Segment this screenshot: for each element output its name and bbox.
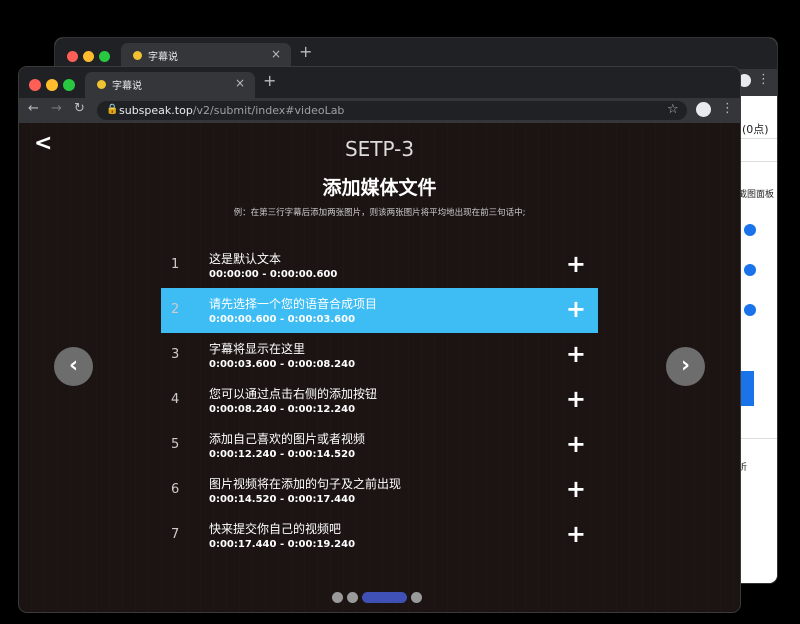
new-tab-icon[interactable]: + (263, 71, 276, 90)
new-tab-icon[interactable]: + (299, 42, 312, 61)
page-title: 添加媒体文件 (322, 177, 437, 199)
row-time: 0:00:14.520 - 0:00:17.440 (209, 494, 356, 505)
close-window-icon[interactable] (29, 79, 41, 91)
row-time: 0:00:17.440 - 0:00:19.240 (209, 539, 356, 550)
reload-icon[interactable]: ↻ (74, 101, 85, 116)
back-tab[interactable]: 字幕说 × (121, 43, 291, 69)
example-hint: 例：在第三行字幕后添加两张图片，则该两张图片将平均地出现在前三句话中; (233, 208, 526, 218)
row-number: 2 (171, 302, 180, 317)
menu-icon[interactable]: ⋮ (721, 101, 734, 116)
row-text: 快来提交你自己的视频吧 (209, 522, 342, 536)
row-text: 图片视频将在添加的句子及之前出现 (209, 477, 402, 491)
row-time: 0:00:00.600 - 0:00:03.600 (209, 314, 356, 325)
carousel-dot[interactable] (411, 592, 422, 603)
row-number: 1 (171, 257, 180, 272)
row-time: 0:00:12.240 - 0:00:14.520 (209, 449, 356, 460)
zoom-window-icon[interactable] (63, 79, 75, 91)
row-number: 5 (171, 437, 180, 452)
divider (738, 161, 777, 162)
row-time: 0:00:03.600 - 0:00:08.240 (209, 359, 356, 370)
next-slide-button[interactable]: › (666, 347, 705, 386)
back-side-button[interactable] (738, 371, 754, 406)
divider (738, 138, 777, 139)
minimize-window-icon[interactable] (46, 79, 58, 91)
page-content: < SETP-3 添加媒体文件 例：在第三行字幕后添加两张图片，则该两张图片将平… (19, 123, 740, 612)
carousel-dot[interactable] (332, 592, 343, 603)
forward-nav-icon[interactable]: → (51, 101, 62, 116)
back-page-side-panel: 3(0点) 截图面板 听 (735, 96, 777, 583)
row-number: 7 (171, 527, 180, 542)
row-text: 添加自己喜欢的图片或者视频 (209, 432, 366, 446)
address-bar: ← → ↻ 🔒 subspeak.top/v2/submit/index#vid… (19, 98, 740, 123)
add-icon[interactable] (744, 304, 756, 316)
prev-slide-button[interactable]: ‹ (54, 347, 93, 386)
url-text: subspeak.top/v2/submit/index#videoLab (119, 104, 344, 117)
back-side-text-2: 截图面板 (738, 190, 775, 200)
carousel-dot-active[interactable] (362, 592, 407, 603)
back-nav-icon[interactable]: ← (28, 101, 39, 116)
back-tab-title: 字幕说 (148, 52, 178, 63)
row-number: 4 (171, 392, 180, 407)
row-text: 您可以通过点击右侧的添加按钮 (209, 387, 378, 401)
url-path: /v2/submit/index#videoLab (192, 104, 345, 117)
add-media-icon[interactable]: + (566, 385, 586, 413)
add-icon[interactable] (744, 264, 756, 276)
row-number: 6 (171, 482, 180, 497)
subtitle-row[interactable]: 4 您可以通过点击右侧的添加按钮 0:00:08.240 - 0:00:12.240… (161, 378, 598, 423)
add-media-icon[interactable]: + (566, 250, 586, 278)
subtitle-row[interactable]: 3 字幕将显示在这里 0:00:03.600 - 0:00:08.240 + (161, 333, 598, 378)
url-field[interactable]: 🔒 subspeak.top/v2/submit/index#videoLab (97, 101, 687, 120)
carousel-dot[interactable] (347, 592, 358, 603)
active-tab[interactable]: 字幕说 × (85, 72, 255, 98)
subtitle-row[interactable]: 7 快来提交你自己的视频吧 0:00:17.440 - 0:00:19.240 + (161, 513, 598, 558)
add-media-icon[interactable]: + (566, 475, 586, 503)
url-host: subspeak.top (119, 104, 193, 117)
close-icon[interactable]: × (271, 47, 281, 61)
browser-window: 字幕说 × + ← → ↻ 🔒 subspeak.top/v2/submit/i… (19, 67, 740, 612)
row-text: 请先选择一个您的语音合成项目 (209, 297, 378, 311)
window-controls[interactable] (29, 76, 80, 95)
subtitle-row[interactable]: 6 图片视频将在添加的句子及之前出现 0:00:14.520 - 0:00:17.4… (161, 468, 598, 513)
tab-bar: 字幕说 × + (19, 67, 740, 98)
row-number: 3 (171, 347, 180, 362)
favicon-icon (97, 80, 106, 89)
carousel-indicators (332, 592, 426, 611)
row-text: 字幕将显示在这里 (209, 342, 306, 356)
add-media-icon[interactable]: + (566, 295, 586, 323)
favicon-icon (133, 51, 142, 60)
back-side-text-1: 3(0点) (735, 123, 769, 136)
subtitle-row[interactable]: 1 这是默认文本 00:00:00 - 0:00:00.600 + (161, 243, 598, 288)
menu-icon[interactable]: ⋮ (757, 72, 770, 87)
subtitle-row[interactable]: 2 请先选择一个您的语音合成项目 0:00:00.600 - 0:00:03.600… (161, 288, 598, 333)
row-text: 这是默认文本 (209, 252, 282, 266)
row-time: 00:00:00 - 0:00:00.600 (209, 269, 338, 280)
back-tab-bar: 字幕说 × + (55, 38, 777, 69)
divider (738, 438, 777, 439)
close-icon[interactable]: × (235, 76, 245, 90)
tab-title: 字幕说 (112, 81, 142, 92)
back-window-controls[interactable] (67, 47, 115, 66)
row-time: 0:00:08.240 - 0:00:12.240 (209, 404, 356, 415)
subtitle-row[interactable]: 5 添加自己喜欢的图片或者视频 0:00:12.240 - 0:00:14.520 + (161, 423, 598, 468)
add-media-icon[interactable]: + (566, 340, 586, 368)
add-media-icon[interactable]: + (566, 520, 586, 548)
step-label: SETP-3 (344, 137, 415, 161)
add-media-icon[interactable]: + (566, 430, 586, 458)
lock-icon: 🔒 (106, 104, 119, 115)
profile-icon[interactable] (696, 102, 711, 117)
add-icon[interactable] (744, 224, 756, 236)
bookmark-star-icon[interactable]: ☆ (667, 102, 679, 117)
